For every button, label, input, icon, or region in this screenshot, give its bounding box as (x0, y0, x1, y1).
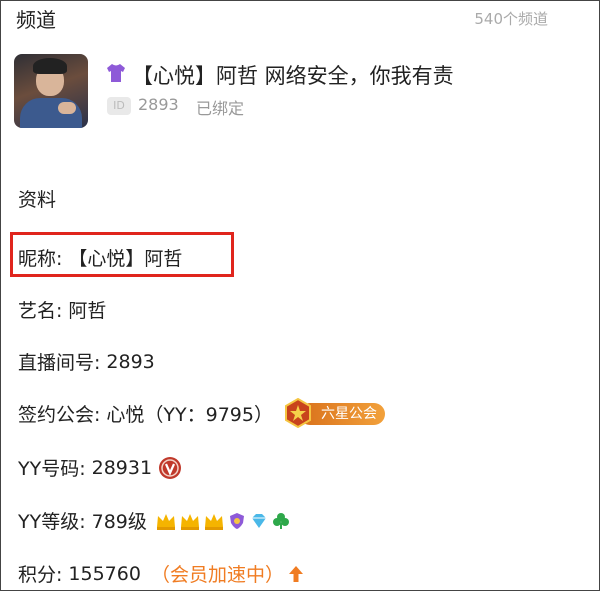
crown-icon (180, 513, 199, 530)
guild-value[interactable]: 心悦（YY：9795） (106, 400, 273, 427)
guild-emblem-icon (284, 398, 311, 428)
crown-icon (156, 513, 175, 530)
channel-count-link[interactable]: 540个频道 (474, 8, 548, 29)
user-name: 【心悦】阿哲 网络安全，你我有责 (132, 64, 454, 88)
guild-badge[interactable]: 六星公会 (283, 398, 387, 428)
page-title: 频道 (16, 8, 56, 32)
yy-number-label: YY号码: (18, 458, 86, 480)
yy-level-label: YY等级: (18, 511, 86, 533)
room-number-label: 直播间号: (18, 352, 101, 374)
yy-number-value: 28931 (91, 456, 153, 479)
nickname-value: 【心悦】阿哲 (68, 248, 183, 270)
nickname-label: 昵称: (18, 248, 63, 270)
crown-icon (204, 513, 223, 530)
shield-icon (229, 512, 244, 529)
section-title: 资料 (18, 189, 57, 211)
nickname-row: 昵称: 【心悦】阿哲 (18, 244, 182, 271)
shirt-icon (107, 64, 125, 82)
diamond-icon (251, 513, 266, 528)
clover-icon (272, 512, 289, 529)
bound-status: 已绑定 (196, 99, 245, 118)
points-row: 积分: 155760 （会员加速中） (18, 560, 304, 587)
user-id: 2893 (138, 95, 179, 114)
guild-label: 签约公会: (18, 403, 101, 426)
guild-row: 签约公会: 心悦（YY：9795） 六星公会 (18, 398, 387, 428)
points-value: 155760 (68, 562, 141, 585)
arrow-up-icon (288, 565, 303, 582)
stage-name-value: 阿哲 (68, 300, 107, 322)
avatar[interactable] (14, 54, 88, 128)
yy-level-value: 789级 (91, 511, 147, 533)
yy-level-row: YY等级: 789级 (18, 507, 291, 534)
stage-name-label: 艺名: (18, 300, 63, 322)
points-label: 积分: (18, 564, 63, 586)
accel-status[interactable]: （会员加速中） (151, 560, 284, 587)
id-badge: ID (107, 97, 131, 115)
level-icons (155, 510, 291, 532)
room-number-row: 直播间号: 2893 (18, 348, 155, 375)
room-number-value: 2893 (106, 350, 155, 373)
vip-icon (159, 456, 182, 479)
yy-number-row: YY号码: 28931 (18, 454, 182, 481)
stage-name-row: 艺名: 阿哲 (18, 296, 106, 323)
